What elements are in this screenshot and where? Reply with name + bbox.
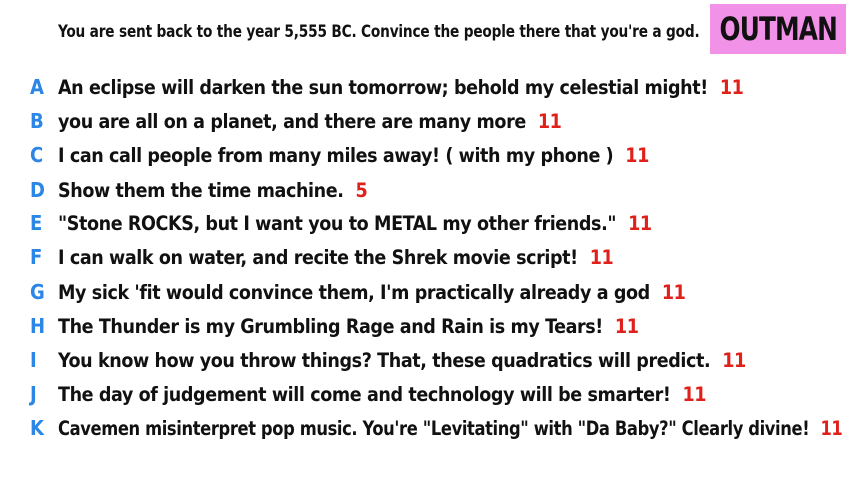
answer-score: 11 [614, 314, 639, 338]
answer-score: 11 [820, 416, 843, 440]
answer-label: An eclipse will darken the sun tomorrow;… [58, 75, 708, 99]
answer-letter: F [30, 245, 43, 269]
answer-letter: D [30, 178, 45, 202]
answer-label: you are all on a planet, and there are m… [58, 109, 526, 133]
answer-text: you are all on a planet, and there are m… [58, 109, 562, 133]
answer-label: My sick 'fit would convince them, I'm pr… [58, 280, 650, 304]
answer-label: You know how you throw things? That, the… [58, 348, 711, 372]
answer-letter: I [30, 348, 37, 372]
answer-letter: E [30, 211, 43, 235]
answer-score: 5 [355, 178, 368, 202]
answer-letter: A [30, 75, 44, 99]
answer-letter: B [30, 109, 44, 133]
answer-text: An eclipse will darken the sun tomorrow;… [58, 75, 744, 99]
answer-text: "Stone ROCKS, but I want you to METAL my… [58, 212, 652, 235]
answer-label: The Thunder is my Grumbling Rage and Rai… [58, 314, 603, 338]
answer-score: 11 [661, 280, 686, 304]
answer-score: 11 [537, 109, 562, 133]
answer-letter: C [30, 143, 44, 167]
answer-label: I can walk on water, and recite the Shre… [58, 245, 578, 269]
player-name-badge: OUTMAN [710, 4, 846, 54]
answer-text: I can walk on water, and recite the Shre… [58, 245, 614, 269]
answer-score: 11 [589, 245, 614, 269]
answer-letter: H [30, 314, 46, 338]
answer-label: "Stone ROCKS, but I want you to METAL my… [58, 211, 617, 235]
answer-score: 11 [719, 75, 744, 99]
answer-text: The Thunder is my Grumbling Rage and Rai… [58, 315, 639, 338]
answer-text: The day of judgement will come and techn… [58, 382, 707, 406]
answer-text: I can call people from many miles away! … [58, 144, 649, 167]
answer-letter: G [30, 280, 45, 304]
answer-score: 11 [722, 348, 746, 372]
answer-score: 11 [625, 143, 649, 167]
answer-text: Cavemen misinterpret pop music. You're "… [58, 416, 843, 440]
answer-score: 11 [682, 382, 707, 406]
answer-label: I can call people from many miles away! … [58, 143, 614, 167]
question-prompt: You are sent back to the year 5,555 BC. … [58, 22, 700, 41]
answer-label: Show them the time machine. [58, 178, 344, 202]
answer-letter: K [30, 416, 44, 440]
answer-text: My sick 'fit would convince them, I'm pr… [58, 280, 686, 304]
answer-score: 11 [628, 211, 652, 235]
answer-text: Show them the time machine. 5 [58, 178, 368, 202]
answer-letter: J [30, 382, 37, 406]
player-name: OUTMAN [719, 10, 837, 48]
answer-label: The day of judgement will come and techn… [58, 382, 671, 406]
answer-label: Cavemen misinterpret pop music. You're "… [58, 416, 810, 440]
answer-text: You know how you throw things? That, the… [58, 349, 746, 372]
